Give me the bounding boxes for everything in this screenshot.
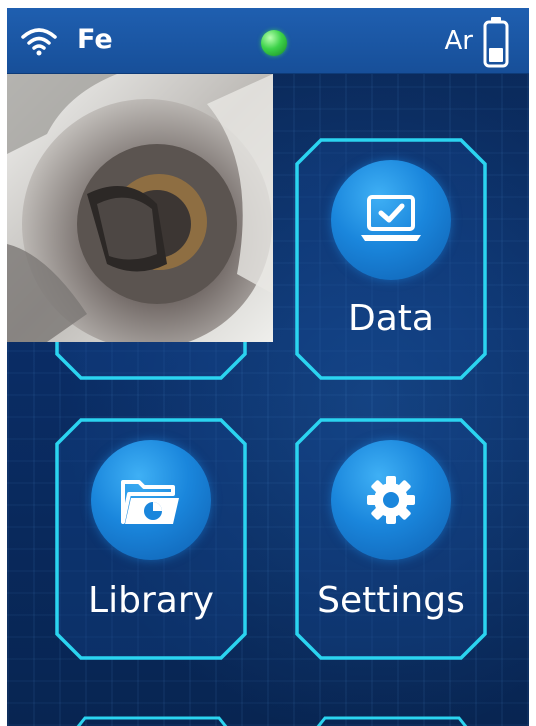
device-screen: Fe Ar Data Library Settings (7, 8, 529, 726)
gear-icon (367, 476, 415, 524)
library-label: Library (88, 580, 214, 621)
settings-icon-circle (331, 440, 451, 560)
settings-tile[interactable]: Settings (293, 416, 489, 662)
camera-preview (7, 74, 273, 342)
element-label: Fe (77, 24, 113, 55)
folder-chart-icon (121, 480, 179, 524)
gas-label: Ar (444, 26, 473, 56)
laptop-check-icon (361, 195, 421, 241)
status-led (261, 30, 287, 56)
menu-tile-next-row[interactable] (307, 716, 477, 726)
data-label: Data (348, 298, 434, 339)
menu-tile-next-row[interactable] (67, 716, 237, 726)
data-icon-circle (331, 160, 451, 280)
data-tile[interactable]: Data (293, 136, 489, 382)
wifi-icon (21, 28, 57, 56)
library-tile[interactable]: Library (53, 416, 249, 662)
settings-label: Settings (317, 580, 465, 621)
status-bar: Fe Ar (7, 8, 529, 74)
library-icon-circle (91, 440, 211, 560)
battery-icon (483, 17, 509, 68)
